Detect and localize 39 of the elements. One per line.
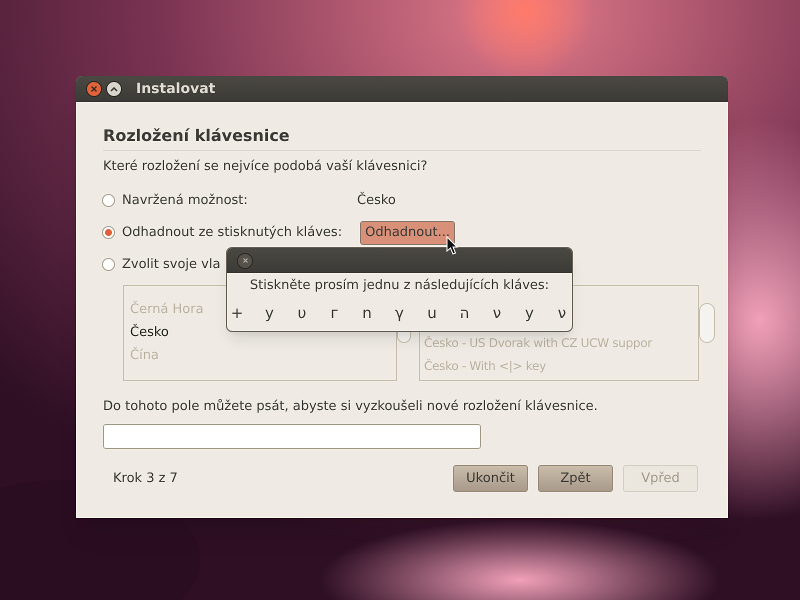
scrollbar-thumb[interactable] [699,302,715,342]
close-icon [242,258,248,263]
chevron-up-icon [110,86,118,92]
close-icon [91,86,97,92]
input-field[interactable] [103,424,481,449]
key-label: + [230,302,244,324]
prompt-text: Stiskněte prosím jednu z následujících kláves: [248,277,550,295]
list-item[interactable]: Česko - US Dvorak with CZ UCW suppor [424,332,698,354]
list-item[interactable]: Česko - With <|> key [424,354,698,378]
key-label: γ [394,302,405,324]
key-label: u [426,302,438,324]
option-label: Navržená možnost: [122,192,249,210]
step-indicator: Krok 3 z 7 [113,470,179,488]
radio-button[interactable] [102,258,115,271]
question-text: Které rozložení se nejvíce podobá vaší klávesnici? [103,158,428,176]
key-label: у [264,302,275,324]
radio-button[interactable] [102,194,115,207]
radio-button[interactable] [102,226,115,239]
close-button[interactable] [86,81,102,97]
instruction-text: Do tohoto pole můžete psát, abyste si vyzkoušeli nové rozložení klávesnice. [103,398,599,416]
key-label: г [330,302,340,324]
window-title: Instalovat [136,80,216,98]
key-label: ν [492,302,502,324]
key-label: υ [296,302,308,324]
key-label: ν [556,302,568,324]
section-heading: Rozložení klávesnice [103,124,701,151]
option-label: Odhadnout ze stisknutých kláves: [122,224,342,242]
footer-button[interactable]: Zpět [538,465,613,492]
cursor-icon [446,236,458,255]
detect-button[interactable]: Odhadnout... [360,220,455,244]
maximize-button[interactable] [106,81,122,97]
list-item[interactable]: Čína [130,344,396,366]
key-label: у [524,302,535,324]
key-label: n [361,302,373,324]
footer-button[interactable]: Ukončit [453,465,528,492]
suggested-layout: Česko [357,190,396,210]
option-label: Zvolit svoje vla [122,256,220,274]
key-label: ה [458,302,470,324]
close-button[interactable] [237,252,253,268]
